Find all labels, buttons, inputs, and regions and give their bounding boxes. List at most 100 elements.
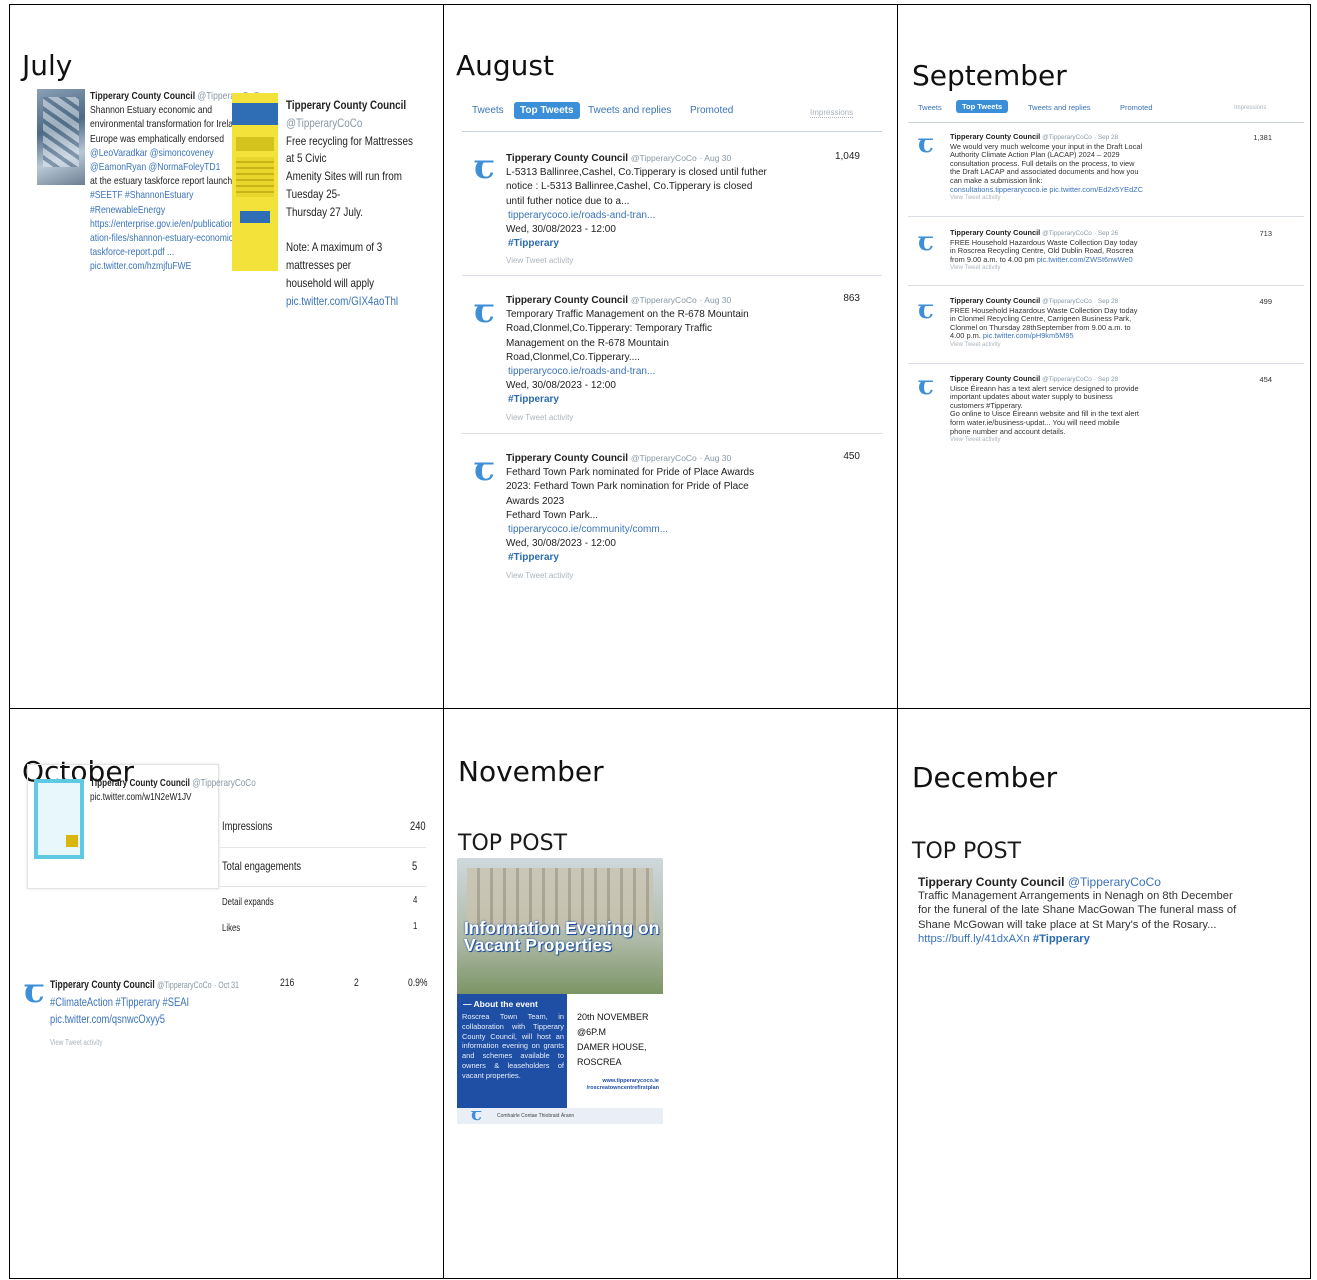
council-logo-icon: ꞇ [471,1104,482,1124]
tweet-date: · Sep 28 [1093,134,1119,141]
account-name: Tipperary County Council [286,98,407,112]
tweet-text: from 9.00 a.m. to 4.00 pm [950,254,1035,264]
tab-promoted[interactable]: Promoted [1120,103,1153,112]
council-logo-icon: ꞇ [474,147,495,187]
url-link[interactable]: https://buff.ly/41dxAXn [918,933,1030,945]
tweet-text: Wed, 30/08/2023 - 12:00 [506,224,616,236]
council-logo-icon: ꞇ [474,291,495,331]
impressions-value: 713 [1259,229,1272,238]
council-logo-icon: ꞇ [918,371,934,401]
impressions-value: 499 [1259,297,1272,306]
tab-top-tweets[interactable]: Top Tweets [514,102,580,119]
account-handle: @TipperaryCoCo [630,453,697,463]
hashtag-link[interactable]: #Tipperary [506,551,754,565]
account-handle[interactable]: @TipperaryCoCo [1068,875,1161,889]
account-handle: @TipperaryCoCo [192,777,256,789]
hashtag-link[interactable]: #Tipperary [506,237,767,251]
account-name: Tipperary County Council [918,875,1065,889]
account-handle: @TipperaryCoCo [1042,376,1092,383]
view-tweet-activity-link[interactable]: View Tweet activity [950,194,1143,203]
view-tweet-activity-link[interactable]: View Tweet activity [506,411,749,425]
url-link[interactable]: tipperarycoco.ie/roads-and-tran... [506,209,767,223]
tweet-item[interactable]: Tipperary County Council @TipperaryCoCo … [506,151,767,269]
impressions-value: 1,381 [1253,133,1272,142]
tab-tweets-and-replies[interactable]: Tweets and replies [1028,103,1091,112]
view-tweet-activity-link[interactable]: View Tweet activity [506,254,767,268]
account-handle: @TipperaryCoCo [1042,298,1092,305]
url-link[interactable]: tipperarycoco.ie/roads-and-tran... [506,365,749,379]
tweet-item[interactable]: Tipperary County Council @TipperaryCoCo … [950,132,1143,203]
url-link[interactable]: tipperarycoco.ie/community/comm... [506,523,754,537]
tweet-item[interactable]: Tipperary County Council @TipperaryCoCo … [506,451,754,583]
engagements-value: 2 [354,977,359,989]
account-name: Tipperary County Council [50,979,155,991]
pic-link[interactable]: pic.twitter.com/w1N2eW1JV [90,791,191,803]
pic-link[interactable]: pic.twitter.com/ZWSt6nwWe0 [1037,255,1133,264]
poster-body: Roscrea Town Team, in collaboration with… [462,1012,564,1080]
stat-value: 5 [412,859,418,873]
hashtag-link[interactable]: #Tipperary [1033,933,1090,945]
account-name: Tipperary County Council [950,228,1041,237]
council-logo-icon: ꞇ [918,227,934,257]
month-grid: July Tipperary County Council @Tipperary… [9,4,1311,1279]
tweet-text: 2023: Fethard Town Park nomination for P… [506,481,749,493]
divider [220,886,426,887]
tweet-item[interactable]: Tipperary County Council @TipperaryCoCo … [950,374,1139,445]
council-logo-icon: ꞇ [918,129,934,159]
tab-top-tweets[interactable]: Top Tweets [956,100,1009,113]
divider [462,433,882,434]
tweet-item[interactable]: Tipperary County Council @TipperaryCoCo … [950,296,1137,350]
tweet-text: Fethard Town Park nominated for Pride of… [506,467,755,479]
september-cell: September Tweets Top Tweets Tweets and r… [898,5,1311,708]
tweet-text: Traffic Management Arrangements in Nenag… [918,890,1233,903]
tweet-item[interactable]: Tipperary County Council @TipperaryCoCo … [918,875,1236,946]
stat-label: Likes [222,923,241,934]
tab-tweets-and-replies[interactable]: Tweets and replies [588,105,671,116]
tweet-item[interactable]: Tipperary County Council @TipperaryCoCo … [50,977,239,1051]
tweet-image [34,779,84,859]
pic-link[interactable]: pic.twitter.com/GIX4aoThl [286,293,415,311]
stat-label: Impressions [222,819,273,833]
month-title-november: November [458,755,604,788]
impressions-header: Impressions [810,108,854,118]
account-handle: @TipperaryCoCo [630,295,697,305]
poster-title: Information Evening on Vacant Properties [464,918,660,955]
month-title-july: July [22,49,73,82]
view-tweet-activity-link[interactable]: View Tweet activity [950,436,1139,445]
pic-link[interactable]: pic.twitter.com/qsnwcOxyy5 [50,1011,239,1028]
tweet-text: Wed, 30/08/2023 - 12:00 [506,538,616,550]
url-link[interactable]: consultations.tipperarycoco.ie pic.twitt… [950,185,1143,195]
tweet-text: for the funeral of the late Shane MacGow… [918,904,1237,917]
tab-tweets[interactable]: Tweets [918,103,942,112]
tweet-text: L-5313 Ballinree,Cashel, Co.Tipperary is… [506,167,767,179]
poster-venue: DAMER HOUSE, [577,1042,647,1052]
account-handle: @TipperaryCoCo [1042,230,1092,237]
tweet-item[interactable]: Tipperary County Council @TipperaryCoCo … [506,293,749,425]
poster-about-heading: — About the event [463,999,538,1009]
divider [908,285,1304,286]
impressions-value: 863 [843,293,860,304]
tweet-text: until futher notice due to a... [506,195,630,207]
tweet-card[interactable]: Tipperary County Council @TipperaryCoCo … [27,764,256,889]
hashtag-link[interactable]: #Tipperary [506,393,749,407]
tweet-item[interactable]: Tipperary County Council @TipperaryCoCo … [950,228,1137,273]
view-tweet-activity-link[interactable]: View Tweet activity [50,1034,239,1051]
event-poster-image[interactable]: Information Evening on Vacant Properties… [457,858,663,1124]
account-handle: @TipperaryCoCo [1042,134,1092,141]
account-name: Tipperary County Council [90,90,196,102]
council-logo-icon: ꞇ [918,295,934,325]
divider [462,275,882,276]
tweet-text: Road,Clonmel,Co.Tipperary.... [506,351,640,363]
hashtag-link[interactable]: #ClimateAction #Tipperary #SEAI [50,994,239,1011]
tab-promoted[interactable]: Promoted [690,105,733,116]
view-tweet-activity-link[interactable]: View Tweet activity [950,341,1137,350]
tab-tweets[interactable]: Tweets [472,105,504,116]
council-logo-icon: ꞇ [24,971,45,1011]
view-tweet-activity-link[interactable]: View Tweet activity [950,264,1137,273]
stat-label: Detail expands [222,897,274,908]
stat-value: 4 [413,895,418,906]
view-tweet-activity-link[interactable]: View Tweet activity [506,569,754,583]
account-name: Tipperary County Council [506,453,629,464]
pic-link[interactable]: pic.twitter.com/pH9km5M95 [983,331,1074,341]
account-name: Tipperary County Council [506,295,629,306]
